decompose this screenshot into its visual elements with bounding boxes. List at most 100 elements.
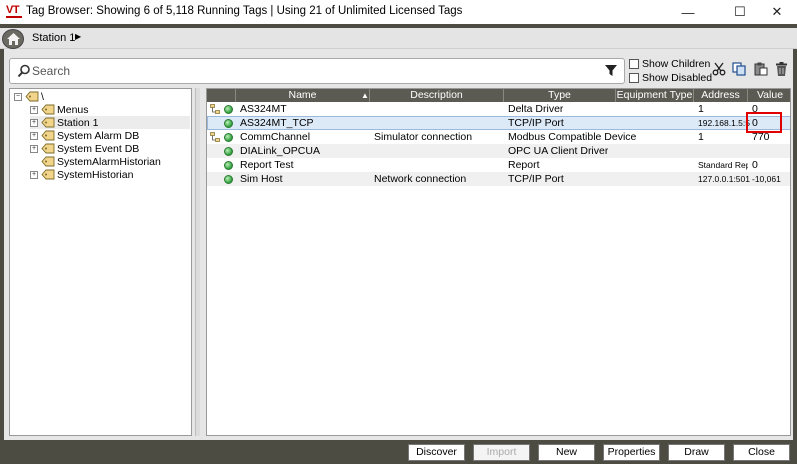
status-ok-icon (224, 175, 233, 184)
tag-grid[interactable]: Name ▲ Description Type Equipment Type A… (206, 88, 791, 436)
home-icon (7, 33, 20, 45)
show-children-label: Show Children (642, 58, 711, 70)
table-row[interactable]: DIALink_OPCUA OPC UA Client Driver (207, 144, 790, 158)
tree-item-label: SystemAlarmHistorian (57, 155, 161, 168)
window-title: Tag Browser: Showing 6 of 5,118 Running … (26, 5, 463, 17)
show-disabled-label: Show Disabled (642, 72, 713, 84)
home-button[interactable] (2, 29, 24, 49)
breadcrumb-bar: Station 1 ▶ (0, 24, 797, 49)
tag-icon (41, 104, 55, 115)
discover-button[interactable]: Discover (408, 444, 465, 461)
tree-item-system-alarm-db[interactable]: + System Alarm DB (30, 129, 139, 142)
cell-name: AS324MT (240, 103, 287, 115)
table-row-selected[interactable]: AS324MT_TCP TCP/IP Port 192.168.1.5:502 … (207, 116, 790, 130)
column-header-value[interactable]: Value (748, 89, 790, 102)
child-tags-icon (210, 104, 220, 114)
tag-icon (41, 169, 55, 180)
cell-address: 127.0.0.1:501 (698, 174, 750, 184)
search-box (9, 58, 625, 84)
grid-header: Name ▲ Description Type Equipment Type A… (207, 89, 790, 102)
column-header-description[interactable]: Description (370, 89, 504, 102)
new-button[interactable]: New (538, 444, 595, 461)
highlight-box (746, 112, 782, 133)
tree-item-label: System Alarm DB (57, 129, 140, 142)
filter-icon[interactable] (604, 64, 618, 78)
cell-address: 1 (698, 131, 704, 143)
search-icon (17, 64, 30, 78)
tree-item-root[interactable]: − \ (14, 90, 44, 103)
status-ok-icon (224, 119, 233, 128)
close-button[interactable]: Close (733, 444, 790, 461)
tree-item-system-event-db[interactable]: + System Event DB (30, 142, 139, 155)
app-logo: VT (6, 4, 22, 18)
cut-icon[interactable] (712, 62, 726, 76)
cell-name: CommChannel (240, 131, 311, 143)
column-header-equipment-type[interactable]: Equipment Type (616, 89, 694, 102)
cell-type: Delta Driver (508, 103, 564, 115)
sort-ascending-icon[interactable]: ▲ (361, 91, 369, 100)
expander-icon[interactable]: + (30, 105, 38, 114)
cell-type: OPC UA Client Driver (508, 145, 609, 157)
cell-address: 192.168.1.5:502 (698, 118, 750, 128)
search-input[interactable] (32, 62, 592, 80)
cell-value: 0 (752, 159, 758, 171)
main-panel: Show Children Show Disabled − \ + (0, 49, 797, 440)
tree-item-system-alarm-historian[interactable]: SystemAlarmHistorian (40, 155, 161, 168)
copy-icon[interactable] (732, 62, 746, 76)
tree-item-station-1[interactable]: + Station 1 (30, 116, 190, 129)
paste-icon[interactable] (754, 62, 768, 76)
status-ok-icon (224, 161, 233, 170)
checkbox-box[interactable] (629, 73, 639, 83)
title-bar: VT Tag Browser: Showing 6 of 5,118 Runni… (0, 0, 797, 24)
child-tags-icon (210, 132, 220, 142)
checkbox-box[interactable] (629, 59, 639, 69)
column-header-type[interactable]: Type (504, 89, 616, 102)
cell-address: Standard Report (698, 160, 748, 170)
close-window-button[interactable]: ✕ (755, 0, 797, 24)
tree-item-label: \ (41, 90, 44, 103)
tag-tree[interactable]: − \ + Menus + Station 1 + System Alarm D… (9, 88, 192, 436)
tree-item-label: System Event DB (57, 142, 140, 155)
properties-button[interactable]: Properties (603, 444, 660, 461)
tag-icon (41, 143, 55, 154)
breadcrumb-station[interactable]: Station 1 (32, 32, 75, 44)
cell-type: Report (508, 159, 540, 171)
tag-icon (41, 117, 55, 128)
cell-description: Network connection (374, 173, 467, 185)
breadcrumb-chevron-icon[interactable]: ▶ (75, 32, 81, 41)
table-row[interactable]: Sim Host Network connection TCP/IP Port … (207, 172, 790, 186)
cell-type: TCP/IP Port (508, 173, 564, 185)
cell-value: -10,061 (752, 174, 781, 184)
tree-item-system-historian[interactable]: + SystemHistorian (30, 168, 133, 181)
expander-icon[interactable]: + (30, 170, 38, 179)
column-header-name[interactable]: Name (236, 89, 370, 102)
cell-type: Modbus Compatible Device (508, 131, 637, 143)
tag-icon (41, 156, 55, 167)
cell-name: DIALink_OPCUA (240, 145, 320, 157)
import-button[interactable]: Import (473, 444, 530, 461)
table-row[interactable]: Report Test Report Standard Report 0 (207, 158, 790, 172)
show-children-checkbox[interactable]: Show Children (629, 58, 710, 70)
table-row[interactable]: CommChannel Simulator connection Modbus … (207, 130, 790, 144)
tree-item-label: Menus (57, 103, 89, 116)
tag-icon (25, 91, 39, 102)
cell-name: Report Test (240, 159, 294, 171)
tree-item-label: SystemHistorian (57, 168, 134, 181)
expander-icon[interactable]: + (30, 131, 38, 140)
panel-splitter[interactable] (195, 88, 200, 436)
column-header-icons (207, 89, 236, 102)
expander-icon[interactable]: − (14, 92, 22, 101)
status-ok-icon (224, 133, 233, 142)
expander-icon[interactable]: + (30, 144, 38, 153)
expander-icon[interactable]: + (30, 118, 38, 127)
column-header-address[interactable]: Address (694, 89, 748, 102)
cell-type: TCP/IP Port (508, 117, 564, 129)
cell-description: Simulator connection (374, 131, 473, 143)
draw-button[interactable]: Draw (668, 444, 725, 461)
minimize-button[interactable]: — (666, 0, 710, 24)
show-disabled-checkbox[interactable]: Show Disabled (629, 72, 712, 84)
cell-name: Sim Host (240, 173, 283, 185)
table-row[interactable]: AS324MT Delta Driver 1 0 (207, 102, 790, 116)
delete-icon[interactable] (775, 62, 788, 77)
tree-item-menus[interactable]: + Menus (30, 103, 89, 116)
